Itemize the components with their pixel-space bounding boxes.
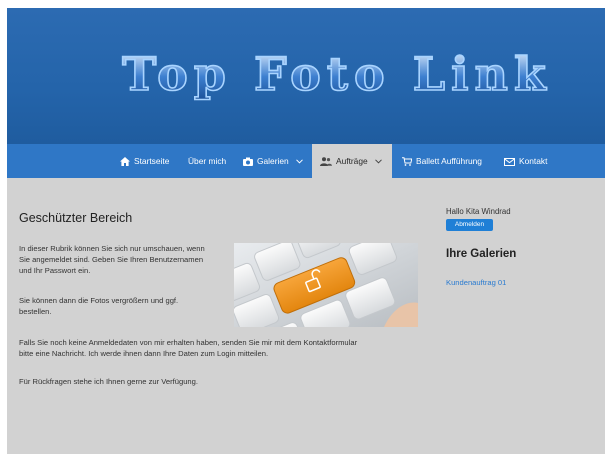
page-title: Geschützter Bereich <box>19 211 133 225</box>
text-line: und Ihr Passwort ein. <box>19 266 91 275</box>
info-paragraph: Sie können dann die Fotos vergrößern und… <box>19 295 178 317</box>
text-line: bestellen. <box>19 307 52 316</box>
questions-paragraph: Für Rückfragen stehe ich Ihnen gerne zur… <box>19 377 198 386</box>
chevron-down-icon <box>296 159 303 164</box>
text-line: Falls Sie noch keine Anmeldedaten von mi… <box>19 338 358 347</box>
nav-item-ueber-mich[interactable]: Über mich <box>188 144 226 178</box>
nav-item-ballett-auffuehrung[interactable]: Ballett Aufführung <box>402 144 482 178</box>
main-content: Geschützter Bereich In dieser Rubrik kön… <box>7 178 605 454</box>
galleries-heading: Ihre Galerien <box>446 248 517 260</box>
camera-icon <box>243 157 253 167</box>
page: Top Foto Link Startseite Über mich Galer… <box>7 8 605 454</box>
text-line: bitte eine Nachricht. Ich werde ihnen da… <box>19 349 269 358</box>
logout-button[interactable]: Abmelden <box>446 219 493 231</box>
cart-icon <box>402 157 412 167</box>
nav-item-label: Galerien <box>257 156 289 166</box>
users-icon <box>320 157 332 167</box>
text-line: Sie können dann die Fotos vergrößern und… <box>19 296 179 305</box>
logo-text: Top Foto Link <box>122 47 552 101</box>
intro-paragraph: In dieser Rubrik können Sie sich nur ums… <box>19 243 205 276</box>
keyboard-lock-image <box>234 243 418 327</box>
gallery-link-kundenauftrag[interactable]: Kundenauftrag 01 <box>446 278 506 287</box>
site-logo[interactable]: Top Foto Link <box>7 42 605 112</box>
nav-item-label: Aufträge <box>336 156 368 166</box>
nav-item-label: Startseite <box>134 156 170 166</box>
nav-item-kontakt[interactable]: Kontakt <box>504 144 547 178</box>
nav-item-auftraege[interactable]: Aufträge <box>312 144 392 178</box>
mail-icon <box>504 157 515 166</box>
nav-item-label: Kontakt <box>519 156 548 166</box>
text-line: Sie angemeldet sind. Geben Sie Ihren Ben… <box>19 255 204 264</box>
credentials-paragraph: Falls Sie noch keine Anmeldedaten von mi… <box>19 337 357 359</box>
nav-item-startseite[interactable]: Startseite <box>120 144 169 178</box>
nav-item-label: Ballett Aufführung <box>416 156 482 166</box>
chevron-down-icon <box>375 159 382 164</box>
site-header: Top Foto Link <box>7 8 605 144</box>
text-line: In dieser Rubrik können Sie sich nur ums… <box>19 244 205 253</box>
home-icon <box>120 157 130 167</box>
user-greeting: Hallo Kita Windrad <box>446 207 511 216</box>
main-navigation: Startseite Über mich Galerien Aufträge B… <box>7 144 605 178</box>
nav-item-galerien[interactable]: Galerien <box>243 144 303 178</box>
nav-item-label: Über mich <box>188 156 227 166</box>
